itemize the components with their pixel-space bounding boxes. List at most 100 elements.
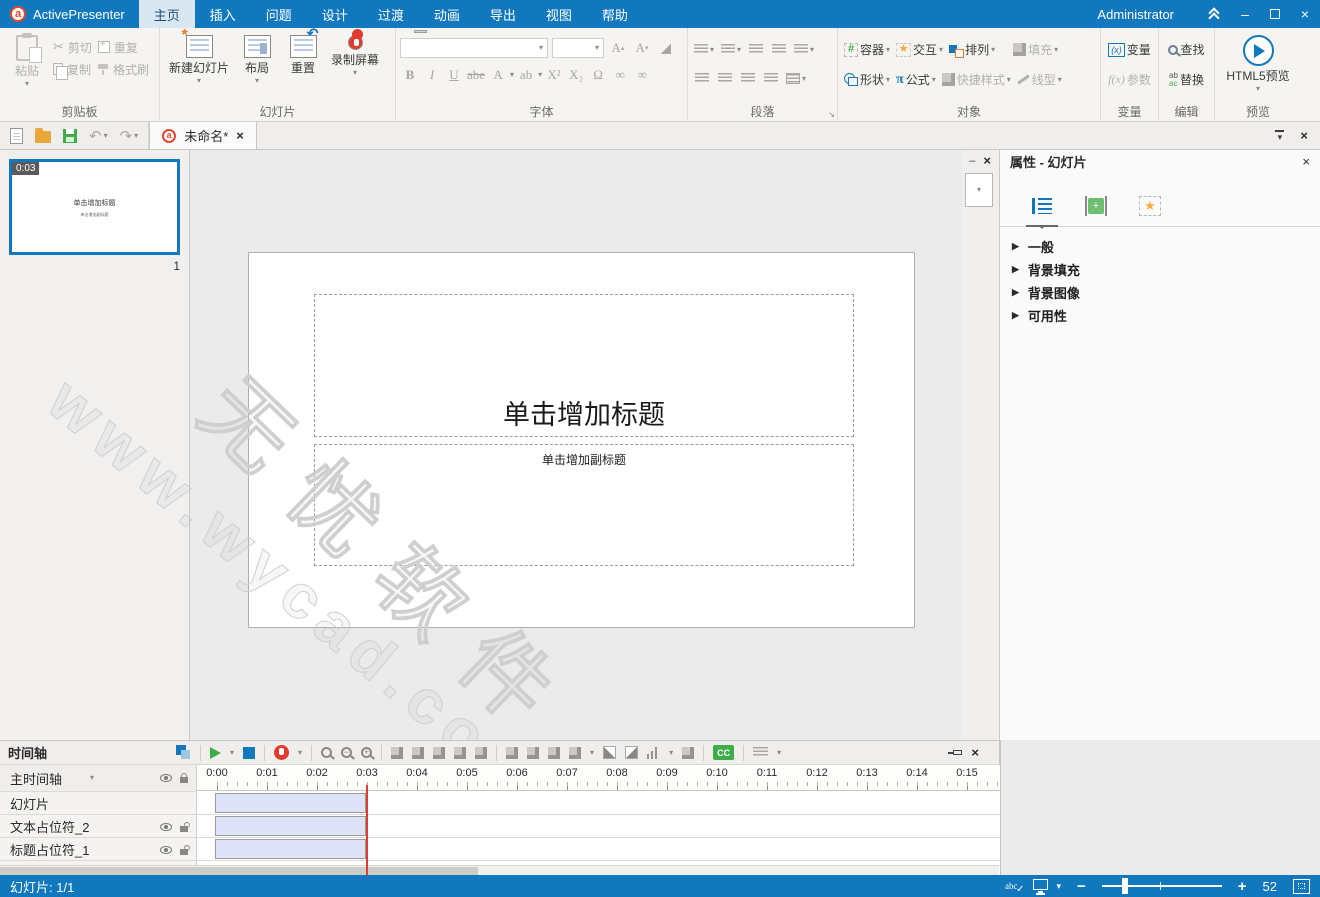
line-spacing-button[interactable]: ▾ xyxy=(792,39,816,60)
italic-button[interactable]: I xyxy=(422,64,442,85)
copy-button[interactable]: 复制 xyxy=(50,58,94,80)
title-placeholder[interactable]: 单击增加标题 xyxy=(314,294,854,437)
bold-button[interactable]: B xyxy=(400,64,420,85)
insert-time-icon[interactable] xyxy=(391,747,403,759)
align-left-button[interactable] xyxy=(692,68,712,89)
tab-interactivity[interactable]: ★ xyxy=(1130,186,1170,226)
cut-button[interactable]: ✂剪切 xyxy=(50,36,95,58)
menu-home[interactable]: 主页 xyxy=(139,0,195,28)
fade-out-icon[interactable] xyxy=(625,746,638,759)
play-options-caret[interactable]: ▾ xyxy=(230,749,234,757)
timeline-ruler[interactable]: 0:00 0:01 0:02 0:03 0:04 0:05 0:06 0:07 … xyxy=(197,765,1000,791)
slide-editing-area[interactable]: 单击增加标题 单击增加副标题 xyxy=(248,252,915,628)
font-color-caret[interactable]: ▾ xyxy=(510,71,514,79)
zoom-out-icon[interactable]: − xyxy=(341,747,352,758)
volume-icon[interactable] xyxy=(647,747,660,759)
menu-questions[interactable]: 问题 xyxy=(251,0,307,28)
section-accessibility[interactable]: ▶可用性 xyxy=(1000,304,1320,326)
view-mode-icon[interactable] xyxy=(1033,879,1048,890)
html5-preview-button[interactable]: HTML5预览 ▾ xyxy=(1219,32,1297,93)
record-options-caret[interactable]: ▾ xyxy=(298,749,302,757)
menu-help[interactable]: 帮助 xyxy=(587,0,643,28)
view-mode-caret[interactable]: ▾ xyxy=(1056,881,1061,892)
menu-insert[interactable]: 插入 xyxy=(195,0,251,28)
play-button[interactable] xyxy=(210,747,221,759)
zoom-slider-knob[interactable] xyxy=(1122,878,1128,894)
tab-size-position[interactable]: + xyxy=(1076,186,1116,226)
document-tab[interactable]: a 未命名* × xyxy=(149,122,257,149)
find-button[interactable]: 查找 xyxy=(1163,39,1210,60)
timeline-row-label[interactable]: 文本占位符_2 xyxy=(0,817,89,836)
unlock-icon[interactable] xyxy=(180,826,188,832)
text-direction-button[interactable]: ▾ xyxy=(784,68,808,89)
close-window-button[interactable]: × xyxy=(1290,0,1320,28)
align-right-button[interactable] xyxy=(738,68,758,89)
section-background-fill[interactable]: ▶背景填充 xyxy=(1000,258,1320,280)
highlight-caret[interactable]: ▾ xyxy=(538,71,542,79)
parameter-button[interactable]: f(x)参数 xyxy=(1105,69,1154,90)
redo-button[interactable]: ↷▾ xyxy=(120,127,139,145)
visibility-eye-icon[interactable] xyxy=(160,846,172,854)
timeline-view-caret[interactable]: ▾ xyxy=(777,749,781,757)
zoom-in-button[interactable]: + xyxy=(1238,879,1247,894)
close-strip-button[interactable]: × xyxy=(983,153,991,168)
interaction-button[interactable]: ★交互▾ xyxy=(894,39,945,60)
audio-effect-icon[interactable] xyxy=(569,747,581,759)
maximize-button[interactable] xyxy=(1260,0,1290,28)
variable-button[interactable]: (x)变量 xyxy=(1105,39,1154,60)
new-slide-button[interactable]: 新建幻灯片 ▾ xyxy=(164,32,234,85)
shrink-timebar-icon[interactable] xyxy=(527,747,539,759)
increase-font-button[interactable]: A▴ xyxy=(608,37,628,58)
shape-button[interactable]: 形状▾ xyxy=(842,69,892,90)
font-size-select[interactable]: ▾ xyxy=(552,38,604,58)
quick-style-button[interactable]: 快捷样式▾ xyxy=(940,69,1013,90)
line-style-button[interactable]: 线型▾ xyxy=(1015,69,1064,90)
timeline-panes-icon[interactable] xyxy=(176,745,191,760)
open-project-button[interactable] xyxy=(35,131,51,143)
timeline-select-caret[interactable]: ▾ xyxy=(90,774,94,782)
close-properties-button[interactable]: × xyxy=(1302,154,1310,169)
closed-caption-button[interactable]: CC xyxy=(713,745,734,760)
font-color-button[interactable]: A xyxy=(488,64,508,85)
increase-indent-button[interactable] xyxy=(769,39,789,60)
remove-link-button[interactable]: ∞ xyxy=(632,64,652,85)
stop-button[interactable] xyxy=(243,747,255,759)
arrange-button[interactable]: 排列▾ xyxy=(947,39,997,60)
menu-transitions[interactable]: 过渡 xyxy=(363,0,419,28)
bullets-button[interactable]: ▾ xyxy=(692,39,716,60)
text-placeholder-timebar[interactable] xyxy=(215,816,366,836)
extend-timebar-icon[interactable] xyxy=(506,747,518,759)
underline-button[interactable]: U xyxy=(444,64,464,85)
visibility-eye-icon[interactable] xyxy=(160,823,172,831)
split-icon[interactable] xyxy=(475,747,487,759)
volume-options-caret[interactable]: ▾ xyxy=(669,749,673,757)
lock-all-icon[interactable] xyxy=(180,777,188,783)
audio-options-caret[interactable]: ▾ xyxy=(590,749,594,757)
layout-button[interactable]: 布局 ▾ xyxy=(234,32,280,85)
undo-button[interactable]: ↶▾ xyxy=(89,127,108,145)
title-placeholder-timebar[interactable] xyxy=(215,839,366,859)
clear-formatting-button[interactable]: ◢ xyxy=(656,37,676,58)
format-painter-button[interactable]: 格式刷 xyxy=(94,58,152,80)
replace-button[interactable]: abac替换 xyxy=(1163,69,1210,90)
strikethrough-button[interactable]: abe xyxy=(466,64,486,85)
crop-icon[interactable] xyxy=(454,747,466,759)
subscript-button[interactable]: X₂ xyxy=(566,64,586,85)
close-document-button[interactable]: × xyxy=(236,128,244,143)
insert-link-button[interactable]: ∞ xyxy=(610,64,630,85)
window-list-button[interactable]: ▾ xyxy=(1275,130,1284,142)
delete-time-icon[interactable] xyxy=(412,747,424,759)
minimize-button[interactable]: – xyxy=(1230,0,1260,28)
menu-view[interactable]: 视图 xyxy=(531,0,587,28)
font-family-select[interactable]: ▾ xyxy=(400,38,548,58)
close-pane-button[interactable]: × xyxy=(1300,128,1308,143)
equation-button[interactable]: π公式▾ xyxy=(894,69,938,90)
decrease-font-button[interactable]: A▾ xyxy=(632,37,652,58)
insert-marker-icon[interactable] xyxy=(682,747,694,759)
timeline-scrollbar[interactable] xyxy=(0,865,999,875)
pane-dropdown-button[interactable]: ▾ xyxy=(965,173,993,207)
menu-animations[interactable]: 动画 xyxy=(419,0,475,28)
tab-slide-properties[interactable] xyxy=(1022,186,1062,226)
save-button[interactable] xyxy=(63,129,77,143)
menu-design[interactable]: 设计 xyxy=(307,0,363,28)
